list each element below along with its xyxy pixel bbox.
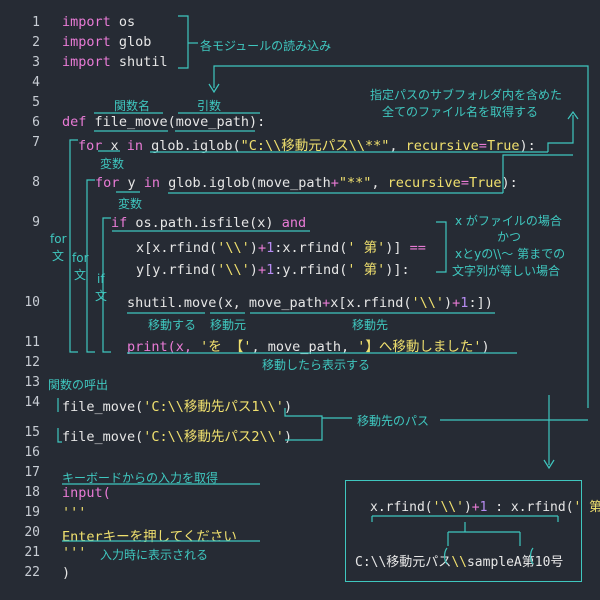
for-bracket-2 (86, 179, 95, 353)
for-bracket-1 (69, 139, 78, 353)
import-bracket (178, 15, 189, 69)
cond-bracket (436, 221, 447, 273)
dest-path-loop (213, 65, 589, 408)
annotation-lines (57, 15, 589, 565)
if-bracket (102, 217, 111, 353)
